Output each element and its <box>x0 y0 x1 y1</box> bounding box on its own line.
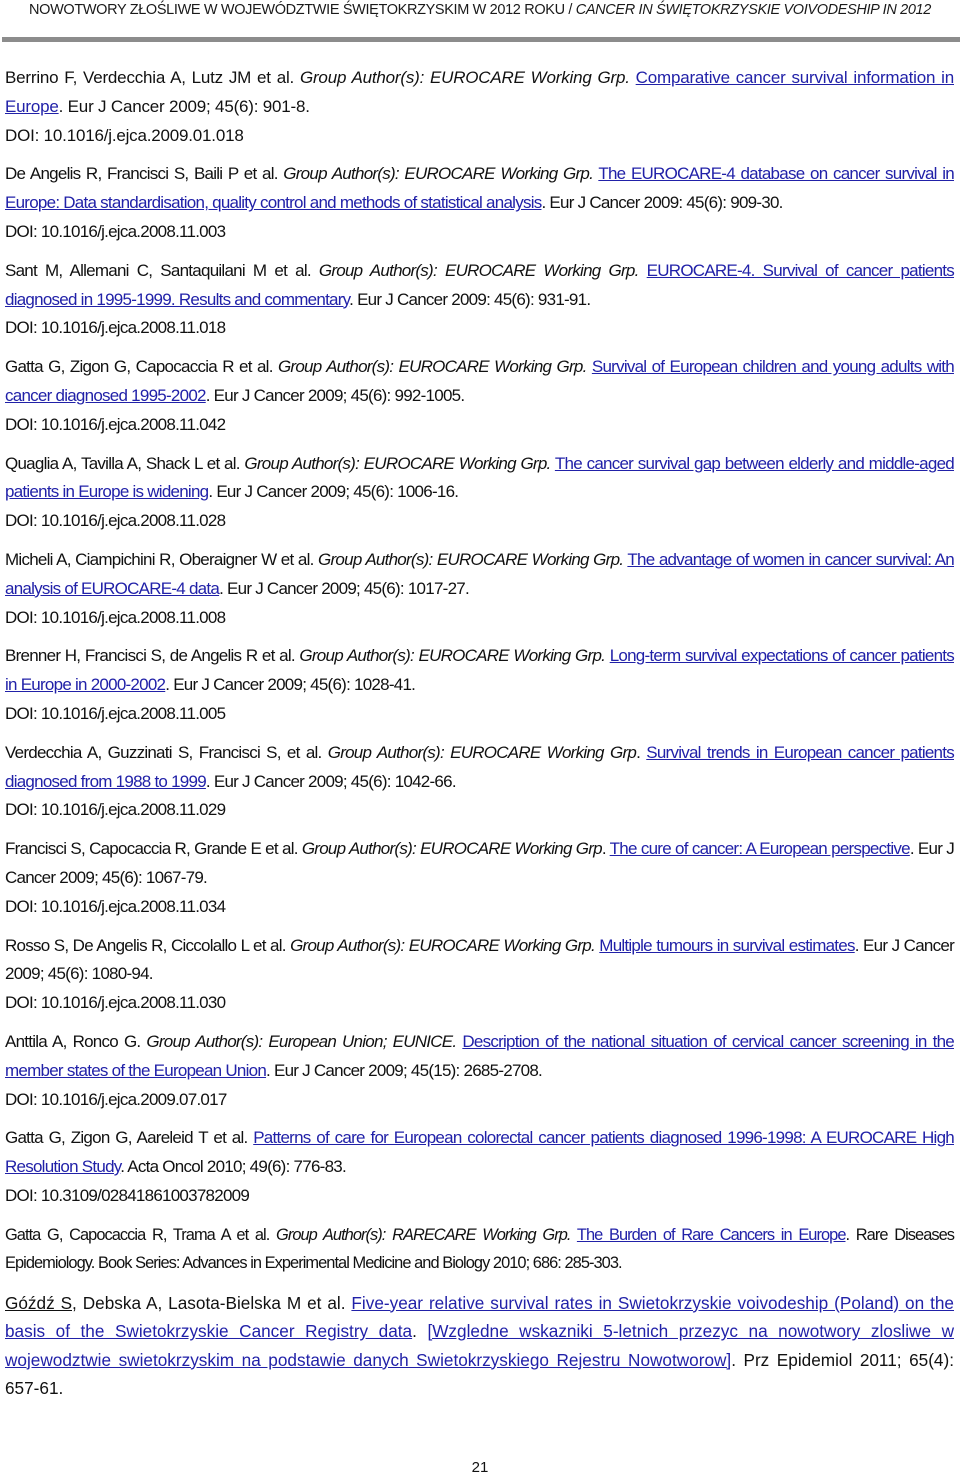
ref-authors: Gatta G, Zigon G, Capocaccia R et al. <box>5 357 278 377</box>
ref-source: . Eur J Cancer 2009; 45(15): 2685-2708. <box>266 1060 543 1080</box>
ref-group-suffix: . <box>601 839 610 859</box>
ref-group-author: Group Author(s): EUROCARE Working Grp. <box>318 260 639 280</box>
reference-item: Quaglia A, Tavilla A, Shack L et al. Gro… <box>5 450 955 536</box>
reference-item: Gatta G, Zigon G, Capocaccia R et al. Gr… <box>5 353 955 439</box>
reference-item: Micheli A, Ciampichini R, Oberaigner W e… <box>5 546 955 632</box>
ref-group-author: Group Author(s): EUROCARE Working Grp. <box>290 935 596 955</box>
reference-item: Berrino F, Verdecchia A, Lutz JM et al. … <box>5 64 954 150</box>
reference-item: Brenner H, Francisci S, de Angelis R et … <box>5 642 955 728</box>
ref-doi: DOI: 10.1016/j.ejca.2008.11.030 <box>5 993 226 1013</box>
reference-item: Sant M, Allemani C, Santaquilani M et al… <box>5 257 955 343</box>
ref-source: . Eur J Cancer 2009: 45(6): 909-30. <box>541 193 783 213</box>
ref-group-author: Group Author(s): EUROCARE Working Grp. <box>244 453 551 473</box>
ref-group-author: Group Author(s): RARECARE Working Grp. <box>276 1225 571 1244</box>
ref-source: . Eur J Cancer 2009: 45(6): 931-91. <box>349 289 591 309</box>
ref-group-author: Group Author(s): EUROCARE Working Grp. <box>277 357 587 377</box>
header-rule <box>2 37 960 42</box>
ref-doi: DOI: 10.1016/j.ejca.2008.11.018 <box>5 318 226 338</box>
ref-group-author: Group Author(s): EUROCARE Working Grp <box>327 742 637 762</box>
ref-authors: Verdecchia A, Guzzinati S, Francisci S, … <box>5 742 328 762</box>
ref-group-suffix: . <box>636 742 647 762</box>
ref-doi: DOI: 10.1016/j.ejca.2008.11.008 <box>5 607 226 627</box>
ref-authors: Berrino F, Verdecchia A, Lutz JM et al. <box>5 68 300 87</box>
ref-group-author: Group Author(s): EUROCARE Working Grp. <box>283 164 594 184</box>
reference-item: Gatta G, Zigon G, Aareleid T et al. Patt… <box>5 1124 955 1210</box>
running-header: NOWOTWORY ZŁOŚLIWE W WOJEWÓDZTWIE ŚWIĘTO… <box>0 2 960 18</box>
reference-item: Rosso S, De Angelis R, Ciccolallo L et a… <box>5 932 955 1018</box>
ref-doi: DOI: 10.1016/j.ejca.2008.11.042 <box>5 414 226 434</box>
ref-author-underlined: Góźdź S, <box>5 1292 77 1313</box>
reference-item: Gatta G, Capocaccia R, Trama A et al. Gr… <box>5 1221 955 1278</box>
ref-group-author: Group Author(s): EUROCARE Working Grp <box>301 839 603 859</box>
ref-authors: Rosso S, De Angelis R, Ciccolallo L et a… <box>5 935 291 955</box>
ref-authors: Brenner H, Francisci S, de Angelis R et … <box>5 646 300 666</box>
running-header-en: CANCER IN ŚWIĘTOKRZYSKIE VOIVODESHIP IN … <box>575 2 932 18</box>
ref-doi: DOI: 10.1016/j.ejca.2009.07.017 <box>5 1089 227 1109</box>
ref-doi: DOI: 10.1016/j.ejca.2008.11.005 <box>5 703 226 723</box>
ref-doi: DOI: 10.1016/j.ejca.2008.11.003 <box>5 221 226 241</box>
ref-group-author: Group Author(s): EUROCARE Working Grp. <box>318 549 624 569</box>
reference-item: Verdecchia A, Guzzinati S, Francisci S, … <box>5 739 955 825</box>
ref-doi: DOI: 10.1016/j.ejca.2008.11.034 <box>5 896 226 916</box>
ref-title-link[interactable]: The Burden of Rare Cancers in Europe <box>577 1226 847 1244</box>
ref-authors: Anttila A, Ronco G. <box>5 1031 147 1051</box>
ref-authors: Micheli A, Ciampichini R, Oberaigner W e… <box>5 549 319 569</box>
ref-group-author: Group Author(s): European Union; EUNICE. <box>146 1031 457 1051</box>
reference-item: Anttila A, Ronco G. Group Author(s): Eur… <box>5 1028 955 1114</box>
ref-doi: DOI: 10.3109/02841861003782009 <box>5 1185 250 1205</box>
reference-item: Góźdź S, Debska A, Lasota-Bielska M et a… <box>5 1289 954 1403</box>
reference-item: Francisci S, Capocaccia R, Grande E et a… <box>5 835 955 921</box>
reference-item: De Angelis R, Francisci S, Baili P et al… <box>5 160 955 246</box>
ref-group-author: Group Author(s): EUROCARE Working Grp. <box>299 68 630 87</box>
ref-doi: DOI: 10.1016/j.ejca.2008.11.029 <box>5 800 226 820</box>
ref-source: . Acta Oncol 2010; 49(6): 776-83. <box>120 1157 346 1177</box>
ref-source: . Eur J Cancer 2009; 45(6): 992-1005. <box>205 385 465 405</box>
ref-source: . Eur J Cancer 2009; 45(6): 901-8. <box>58 96 310 116</box>
ref-separator: . <box>412 1321 428 1342</box>
ref-authors: Gatta G, Zigon G, Aareleid T et al. <box>5 1128 254 1148</box>
ref-source: . Eur J Cancer 2009; 45(6): 1006-16. <box>208 482 459 502</box>
ref-authors: Francisci S, Capocaccia R, Grande E et a… <box>5 839 302 859</box>
ref-source: . Eur J Cancer 2009; 45(6): 1042-66. <box>205 771 457 791</box>
ref-authors: Gatta G, Capocaccia R, Trama A et al. <box>5 1225 277 1244</box>
ref-authors: De Angelis R, Francisci S, Baili P et al… <box>5 164 284 184</box>
ref-title-link[interactable]: The cure of cancer: A European perspecti… <box>610 839 911 858</box>
ref-doi: DOI: 10.1016/j.ejca.2009.01.018 <box>5 125 244 145</box>
ref-source: . Eur J Cancer 2009; 45(6): 1028-41. <box>165 675 416 695</box>
ref-authors: Debska A, Lasota-Bielska M et al. <box>76 1292 352 1313</box>
running-header-pl: NOWOTWORY ZŁOŚLIWE W WOJEWÓDZTWIE ŚWIĘTO… <box>29 2 576 18</box>
reference-list: Berrino F, Verdecchia A, Lutz JM et al. … <box>5 64 955 1413</box>
ref-group-author: Group Author(s): EUROCARE Working Grp. <box>299 646 606 666</box>
ref-doi: DOI: 10.1016/j.ejca.2008.11.028 <box>5 511 226 531</box>
ref-authors: Sant M, Allemani C, Santaquilani M et al… <box>5 260 319 280</box>
ref-authors: Quaglia A, Tavilla A, Shack L et al. <box>5 453 245 473</box>
ref-source: . Eur J Cancer 2009; 45(6): 1017-27. <box>219 578 470 598</box>
page-number: 21 <box>471 1459 489 1476</box>
ref-title-link[interactable]: Multiple tumours in survival estimates <box>599 936 855 955</box>
